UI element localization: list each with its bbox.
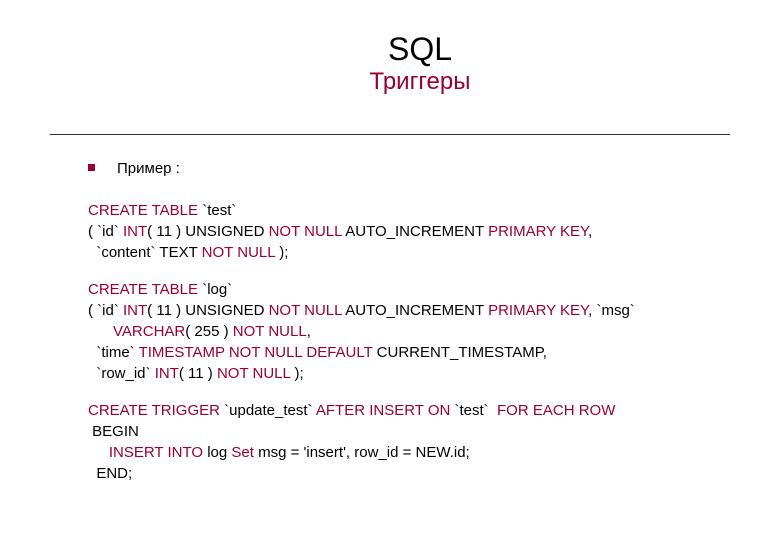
kw: NOT NULL [217, 365, 290, 382]
kw: Set [231, 444, 254, 461]
kw: FOR EACH ROW [497, 402, 615, 419]
bullet-icon [88, 164, 95, 171]
txt: `test` [450, 402, 497, 419]
kw: AFTER INSERT ON [316, 402, 450, 419]
kw: INSERT INTO [109, 444, 203, 461]
txt: `update_test` [220, 402, 316, 419]
divider [50, 134, 730, 135]
kw: INT [123, 302, 147, 319]
txt: `content` TEXT [88, 244, 202, 261]
txt [88, 444, 109, 461]
txt: `time` [88, 344, 139, 361]
txt [88, 323, 113, 340]
txt: AUTO_INCREMENT [342, 223, 488, 240]
title-sub: Триггеры [60, 69, 780, 95]
kw: PRIMARY KEY [488, 223, 588, 240]
txt: ( 255 ) [185, 323, 233, 340]
kw: NOT NULL [233, 323, 307, 340]
txt: log [203, 444, 231, 461]
txt: , `msg` [588, 302, 635, 319]
bullet-label: Пример : [117, 158, 180, 179]
kw: CREATE TABLE [88, 202, 198, 219]
kw: NOT NULL [269, 302, 342, 319]
txt: `test` [198, 202, 236, 219]
txt: ( `id` [88, 223, 123, 240]
kw: INT [123, 223, 147, 240]
kw: INT [155, 365, 179, 382]
content-body: Пример : CREATE TABLE `test` ( `id` INT(… [88, 158, 730, 500]
txt: ( 11 ) UNSIGNED [147, 302, 268, 319]
title-main: SQL [60, 32, 780, 67]
txt: `row_id` [88, 365, 155, 382]
txt: END; [88, 465, 132, 482]
kw: NOT NULL [269, 223, 342, 240]
txt: BEGIN [88, 423, 139, 440]
txt: ); [275, 244, 288, 261]
kw: TIMESTAMP NOT NULL DEFAULT [139, 344, 373, 361]
example-block-1: Пример : CREATE TABLE `test` ( `id` INT(… [88, 158, 730, 263]
txt: ( 11 ) UNSIGNED [147, 223, 268, 240]
kw: PRIMARY KEY [488, 302, 588, 319]
txt: msg = 'insert', row_id = NEW.id; [254, 444, 470, 461]
kw: CREATE TRIGGER [88, 402, 220, 419]
txt: , [307, 323, 311, 340]
example-block-3: CREATE TRIGGER `update_test` AFTER INSER… [88, 400, 730, 484]
txt: CURRENT_TIMESTAMP, [373, 344, 547, 361]
txt: , [588, 223, 592, 240]
txt: ( `id` [88, 302, 123, 319]
kw: NOT NULL [202, 244, 275, 261]
txt: ); [290, 365, 303, 382]
kw: VARCHAR [113, 323, 185, 340]
kw: CREATE TABLE [88, 281, 198, 298]
example-block-2: CREATE TABLE `log` ( `id` INT( 11 ) UNSI… [88, 279, 730, 384]
slide-title-block: SQL Триггеры [0, 32, 780, 96]
txt: `log` [198, 281, 232, 298]
txt: AUTO_INCREMENT [342, 302, 488, 319]
txt: ( 11 ) [179, 365, 217, 382]
